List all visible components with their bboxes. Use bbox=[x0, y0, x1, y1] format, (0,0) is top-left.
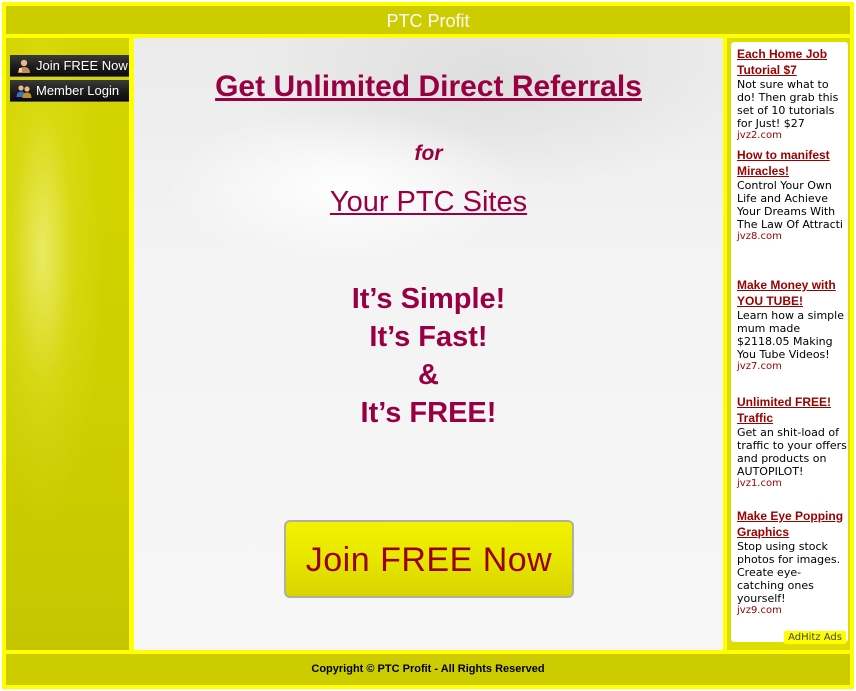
main-content: Get Unlimited Direct Referrals for Your … bbox=[134, 38, 723, 650]
person-icon bbox=[18, 59, 30, 73]
ad-item: Make Eye Popping Graphics Stop using sto… bbox=[737, 508, 847, 617]
ad-url-link[interactable]: jvz7.com bbox=[737, 361, 847, 373]
join-free-cta-button[interactable]: Join FREE Now bbox=[284, 520, 574, 598]
ad-title-link[interactable]: Make Money with YOU TUBE! bbox=[737, 277, 847, 309]
site-footer: Copyright © PTC Profit - All Rights Rese… bbox=[6, 654, 850, 685]
copyright-text: Copyright © PTC Profit - All Rights Rese… bbox=[311, 663, 545, 675]
ad-description: Learn how a simple mum made $2118.05 Mak… bbox=[737, 309, 844, 361]
ad-title-link[interactable]: How to manifest Miracles! bbox=[737, 147, 847, 179]
site-header: PTC Profit bbox=[6, 6, 850, 34]
subheadline-link[interactable]: Your PTC Sites bbox=[134, 186, 723, 219]
ad-description: Control Your Own Life and Achieve Your D… bbox=[737, 179, 843, 231]
join-free-nav-label: Join FREE Now bbox=[36, 58, 128, 73]
ad-description: Stop using stock photos for images. Crea… bbox=[737, 540, 841, 605]
ads-panel: Each Home Job Tutorial $7 Not sure what … bbox=[731, 42, 848, 644]
ad-description: Not sure what to do! Then grab this set … bbox=[737, 78, 839, 130]
ad-url-link[interactable]: jvz1.com bbox=[737, 478, 847, 490]
headline-link[interactable]: Get Unlimited Direct Referrals bbox=[134, 70, 723, 104]
join-free-nav-button[interactable]: Join FREE Now bbox=[10, 55, 129, 77]
adhitz-badge[interactable]: AdHitz Ads bbox=[784, 631, 846, 644]
ad-description: Get an shit-load of traffic to your offe… bbox=[737, 426, 847, 478]
for-text: for bbox=[414, 142, 443, 165]
ad-url-link[interactable]: jvz8.com bbox=[737, 231, 847, 243]
member-login-nav-button[interactable]: Member Login bbox=[10, 80, 129, 102]
ad-title-link[interactable]: Each Home Job Tutorial $7 bbox=[737, 46, 847, 78]
ad-item: How to manifest Miracles! Control Your O… bbox=[737, 147, 847, 243]
ad-title-link[interactable]: Make Eye Popping Graphics bbox=[737, 508, 847, 540]
site-title: PTC Profit bbox=[386, 11, 470, 31]
ad-item: Each Home Job Tutorial $7 Not sure what … bbox=[737, 46, 847, 142]
tagline-free: It’s FREE! bbox=[360, 397, 497, 429]
tagline-ampersand: & bbox=[418, 359, 439, 391]
ad-title-link[interactable]: Unlimited FREE! Traffic bbox=[737, 394, 847, 426]
ad-item: Make Money with YOU TUBE! Learn how a si… bbox=[737, 277, 847, 373]
left-sidebar: Join FREE Now Member Login bbox=[6, 38, 132, 650]
users-icon bbox=[16, 85, 32, 98]
ads-sidebar: Each Home Job Tutorial $7 Not sure what … bbox=[727, 38, 850, 650]
member-login-nav-label: Member Login bbox=[36, 83, 120, 98]
tagline-simple: It’s Simple! bbox=[351, 283, 506, 315]
ad-url-link[interactable]: jvz2.com bbox=[737, 130, 847, 142]
tagline-fast: It’s Fast! bbox=[369, 321, 488, 353]
ad-url-link[interactable]: jvz9.com bbox=[737, 605, 847, 617]
ad-item: Unlimited FREE! Traffic Get an shit-load… bbox=[737, 394, 847, 490]
